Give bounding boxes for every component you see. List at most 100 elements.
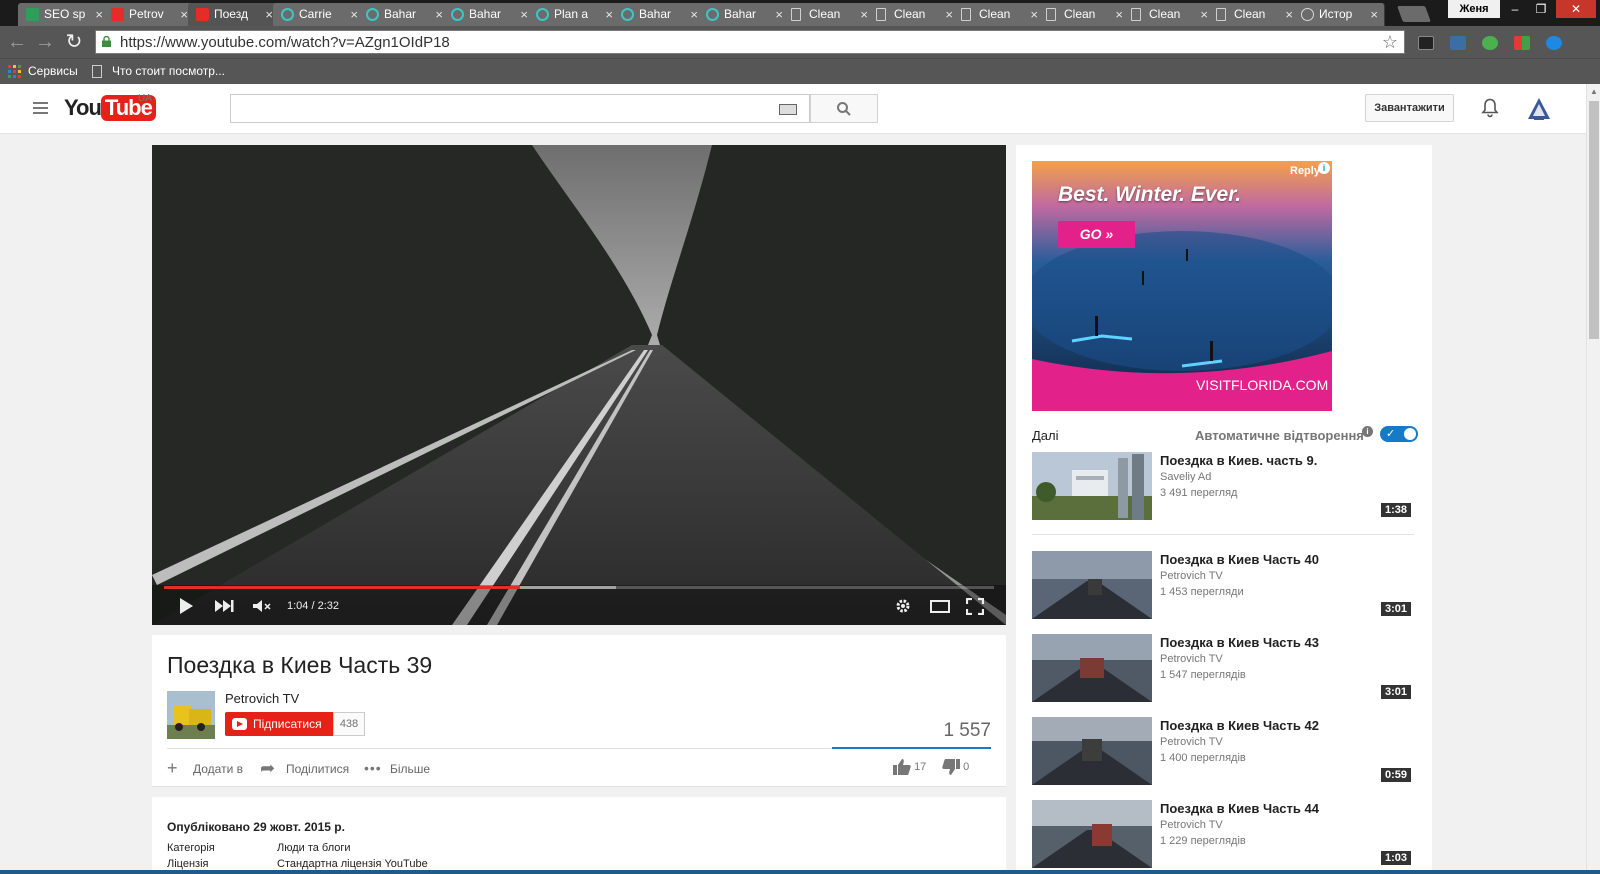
keyboard-icon[interactable] (779, 104, 797, 115)
browser-tab[interactable]: Plan a × (528, 3, 620, 26)
recommended-video[interactable]: 3:01 Поездка в Киев Часть 40 Petrovich T… (1032, 551, 1414, 619)
scrollbar-thumb[interactable] (1589, 101, 1599, 339)
page-scrollbar[interactable]: ▲ (1586, 84, 1600, 870)
close-icon[interactable]: × (860, 3, 868, 26)
extension-icon[interactable] (1418, 36, 1434, 50)
video-player[interactable]: 1:04 / 2:32 (152, 145, 1006, 625)
close-icon[interactable]: × (180, 3, 188, 26)
search-button[interactable] (810, 94, 878, 123)
recommended-video[interactable]: 0:59 Поездка в Киев Часть 42 Petrovich T… (1032, 717, 1414, 785)
extension-icon[interactable] (1514, 36, 1530, 50)
bookmark-item[interactable]: Что стоит посмотр... (92, 64, 225, 78)
close-icon[interactable]: × (605, 3, 613, 26)
ad-cta-button[interactable]: GO » (1058, 221, 1135, 248)
restore-icon[interactable]: ❐ (1528, 0, 1554, 18)
close-icon[interactable]: × (1285, 3, 1293, 26)
browser-tab[interactable]: Clean × (868, 3, 960, 26)
address-bar[interactable]: https://www.youtube.com/watch?v=AZgn1OId… (95, 30, 1405, 54)
browser-user-badge[interactable]: Женя (1448, 0, 1500, 18)
subscribe-button[interactable]: Підписатися (225, 712, 333, 736)
channel-name[interactable]: Petrovich TV (225, 691, 299, 706)
thumbs-up-icon (893, 759, 911, 775)
scroll-up-arrow-icon[interactable]: ▲ (1590, 87, 1598, 96)
category-value[interactable]: Люди та блоги (277, 842, 351, 854)
guide-menu-icon[interactable] (33, 102, 48, 117)
close-icon[interactable]: × (690, 3, 698, 26)
close-icon[interactable]: × (265, 3, 273, 26)
search-input[interactable] (231, 95, 771, 122)
share-button[interactable]: ➦ Поділитися (260, 759, 349, 777)
browser-tab-strip: SEO sp × Petrov × Поезд × Carrie × Bahar × Ba… (0, 0, 1600, 26)
add-to-label: Додати в (193, 762, 243, 776)
recommended-video[interactable]: 1:38 Поездка в Киев. часть 9. Saveliy Ad… (1032, 452, 1414, 520)
browser-tab[interactable]: Petrov × (103, 3, 195, 26)
browser-tab[interactable]: Истор × (1293, 3, 1385, 26)
user-avatar[interactable] (1525, 95, 1553, 123)
reload-icon[interactable]: ↻ (62, 30, 86, 54)
browser-tab-active[interactable]: Поезд × (188, 3, 280, 26)
close-icon[interactable]: × (1030, 3, 1038, 26)
video-title[interactable]: Поездка в Киев. часть 9. (1160, 453, 1317, 468)
close-window-icon[interactable]: ✕ (1556, 0, 1596, 18)
forward-icon[interactable]: → (33, 30, 57, 54)
browser-tab[interactable]: SEO sp × (18, 3, 110, 26)
bookmark-apps[interactable]: Сервисы (8, 64, 78, 78)
close-icon[interactable]: × (1370, 3, 1378, 26)
close-icon[interactable]: × (1115, 3, 1123, 26)
new-tab-button[interactable] (1397, 6, 1431, 22)
close-icon[interactable]: × (520, 3, 528, 26)
display-ad[interactable]: Best. Winter. Ever. GO » VISITFLORIDA.CO… (1032, 161, 1332, 411)
channel-avatar[interactable] (167, 691, 215, 739)
description-card: Опубліковано 29 жовт. 2015 р. Категорія … (152, 797, 1006, 874)
extension-icon[interactable] (1546, 36, 1562, 50)
minimize-icon[interactable]: – (1502, 0, 1528, 18)
video-title[interactable]: Поездка в Киев Часть 43 (1160, 635, 1319, 650)
extension-icon[interactable] (1450, 36, 1466, 50)
browser-tab[interactable]: Bahar × (443, 3, 535, 26)
tab-label: Clean (979, 7, 1011, 21)
mute-icon[interactable] (252, 599, 272, 613)
ad-reply-label[interactable]: Reply (1290, 165, 1320, 177)
browser-tab[interactable]: Carrie × (273, 3, 365, 26)
dislike-button[interactable]: 0 (942, 759, 969, 775)
notifications-bell-icon[interactable] (1481, 98, 1499, 118)
more-button[interactable]: ••• Більше (364, 760, 430, 776)
info-icon[interactable]: i (1362, 426, 1373, 437)
browser-tab[interactable]: Clean × (783, 3, 875, 26)
close-icon[interactable]: × (95, 3, 103, 26)
upload-button[interactable]: Завантажити (1365, 94, 1454, 122)
video-thumbnail (1032, 717, 1152, 785)
like-button[interactable]: 17 (893, 759, 926, 775)
add-to-button[interactable]: + Додати в (167, 759, 243, 777)
browser-tab[interactable]: Clean × (1123, 3, 1215, 26)
browser-tab[interactable]: Clean × (1208, 3, 1300, 26)
settings-gear-icon[interactable] (894, 597, 912, 615)
back-icon[interactable]: ← (5, 30, 29, 54)
fullscreen-icon[interactable] (966, 598, 984, 615)
browser-tab[interactable]: Bahar × (358, 3, 450, 26)
close-icon[interactable]: × (435, 3, 443, 26)
video-title[interactable]: Поездка в Киев Часть 44 (1160, 801, 1319, 816)
theater-mode-icon[interactable] (930, 600, 950, 613)
close-icon[interactable]: × (945, 3, 953, 26)
browser-tab[interactable]: Bahar × (613, 3, 705, 26)
browser-tab[interactable]: Bahar × (698, 3, 790, 26)
recommended-video[interactable]: 3:01 Поездка в Киев Часть 43 Petrovich T… (1032, 634, 1414, 702)
adchoices-info-icon[interactable]: i (1318, 162, 1330, 174)
video-frame (152, 145, 1006, 625)
video-title[interactable]: Поездка в Киев Часть 42 (1160, 718, 1319, 733)
next-icon[interactable] (214, 599, 234, 613)
play-icon[interactable] (178, 597, 194, 615)
recommended-video[interactable]: 1:03 Поездка в Киев Часть 44 Petrovich T… (1032, 800, 1414, 868)
bookmark-star-icon[interactable]: ☆ (1382, 31, 1398, 53)
autoplay-toggle[interactable]: ✓ (1380, 426, 1418, 442)
globe-icon[interactable] (1482, 36, 1498, 50)
browser-tab[interactable]: Clean × (1038, 3, 1130, 26)
close-icon[interactable]: × (350, 3, 358, 26)
browser-tab[interactable]: Clean × (953, 3, 1045, 26)
youtube-logo[interactable]: You Tube UA (64, 93, 156, 123)
close-icon[interactable]: × (775, 3, 783, 26)
video-progress-bar[interactable] (164, 586, 994, 589)
video-title[interactable]: Поездка в Киев Часть 40 (1160, 552, 1319, 567)
close-icon[interactable]: × (1200, 3, 1208, 26)
